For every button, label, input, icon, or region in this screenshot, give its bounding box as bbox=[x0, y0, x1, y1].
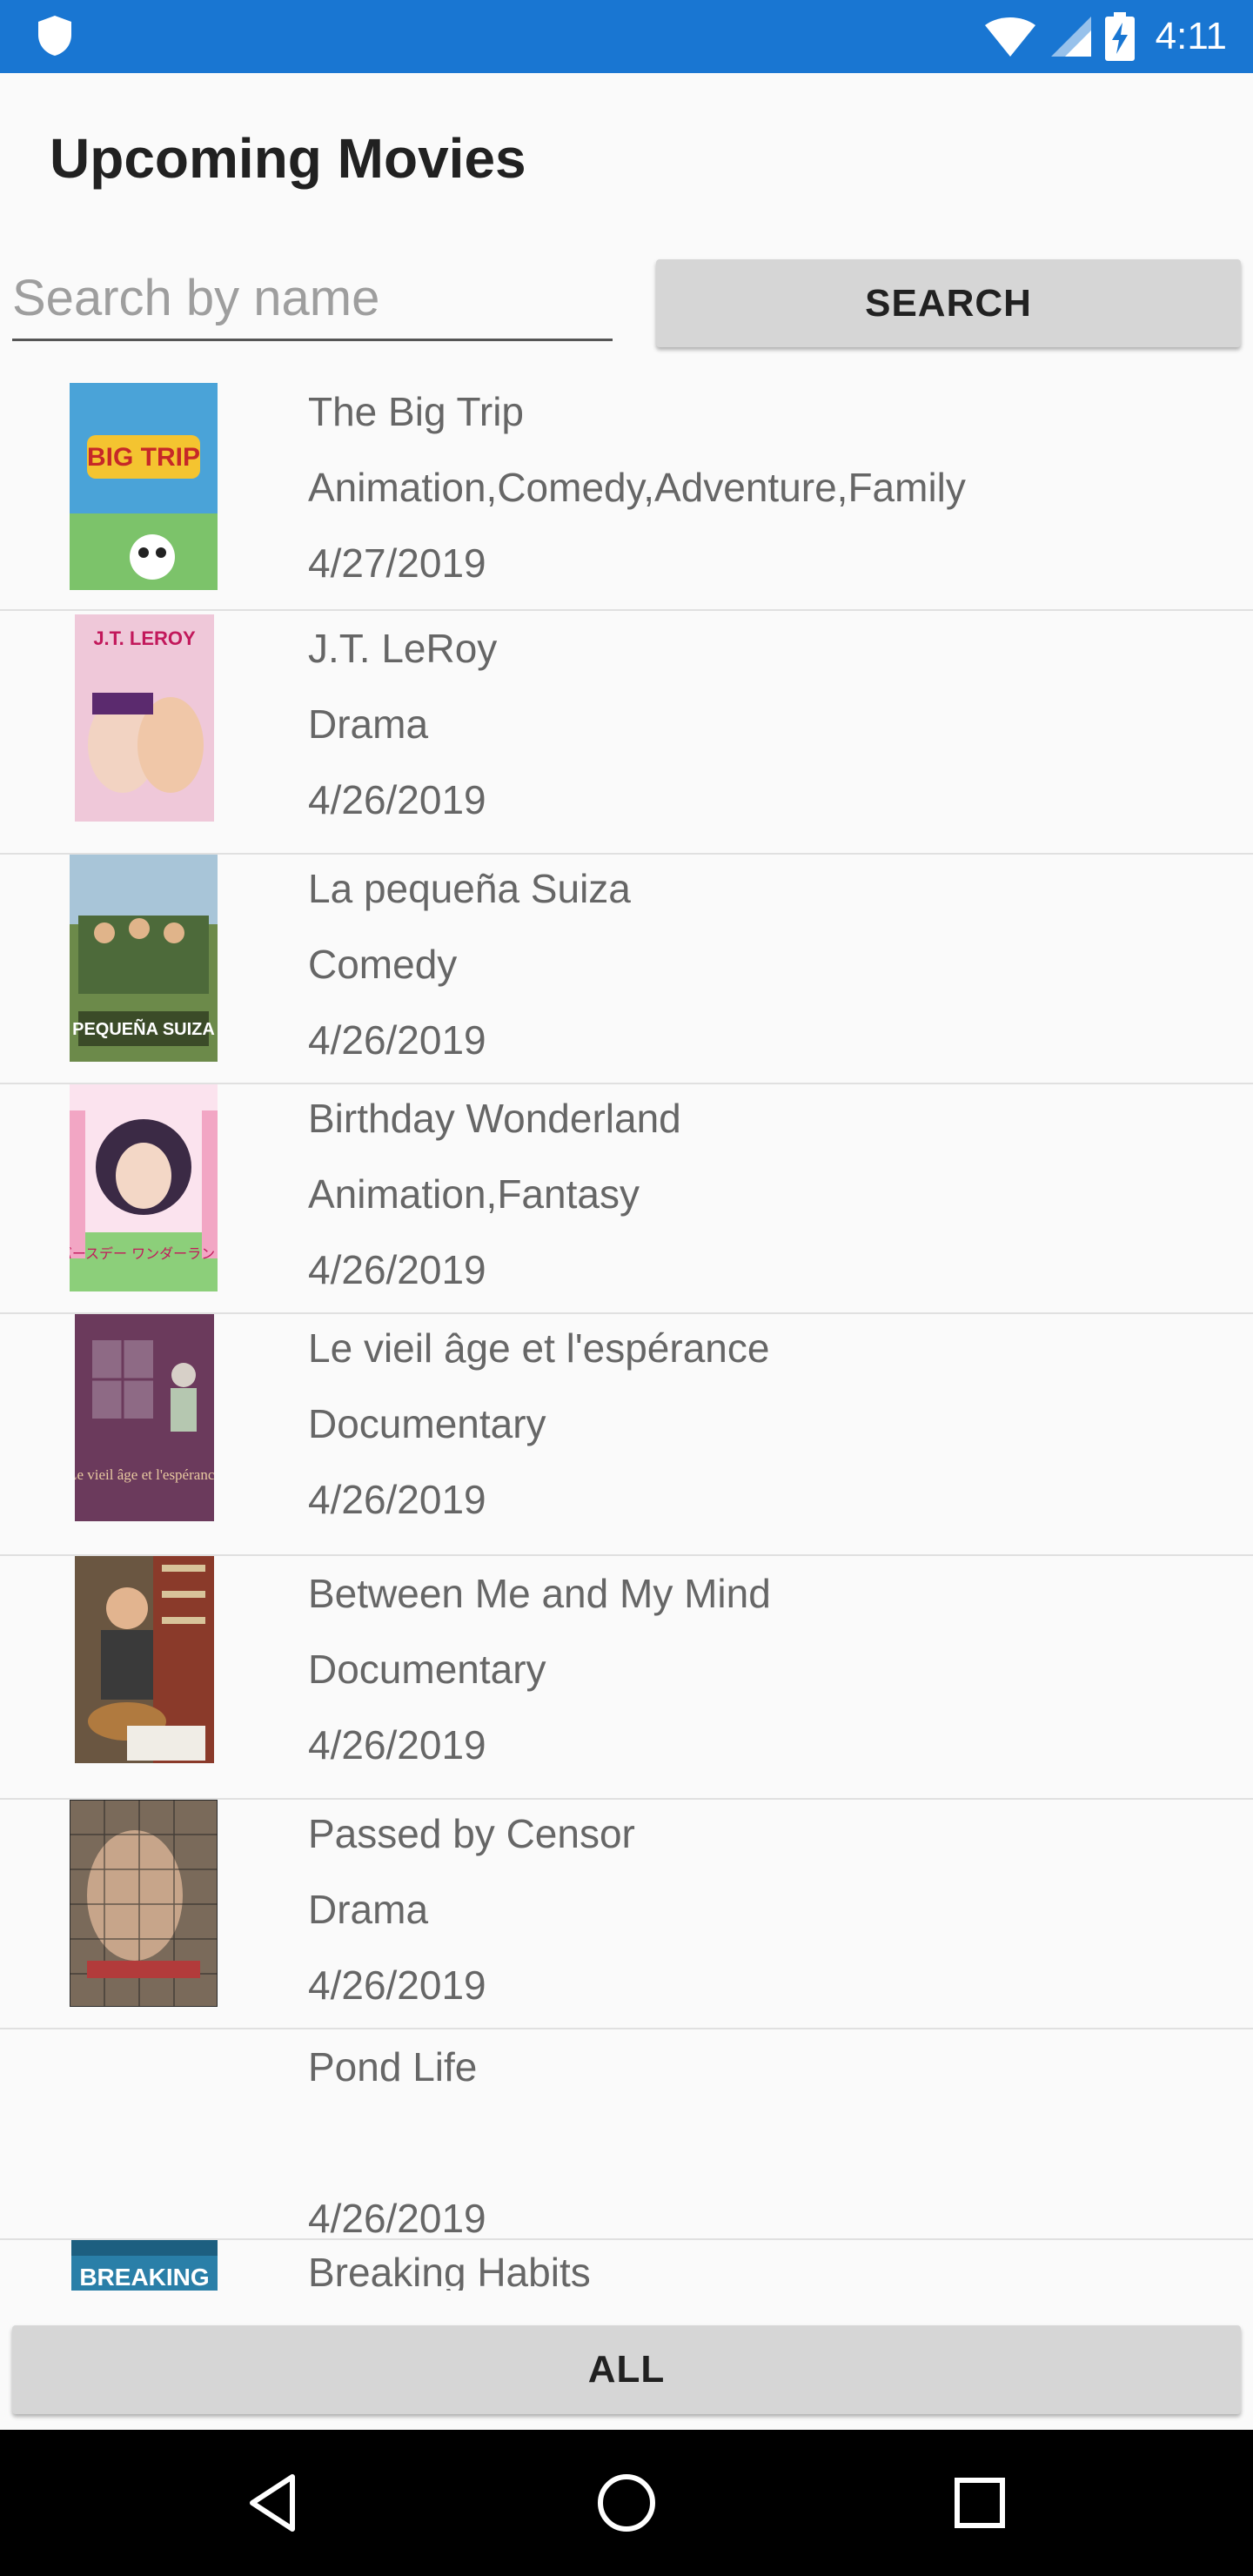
movie-poster: PEQUEÑA SUIZA bbox=[70, 855, 218, 1062]
movie-title: Passed by Censor bbox=[308, 1811, 635, 1856]
wifi-icon bbox=[984, 17, 1035, 57]
poster-title: BIG TRIP bbox=[87, 443, 200, 472]
movie-poster bbox=[70, 1800, 218, 2007]
movie-date: 4/27/2019 bbox=[308, 540, 486, 586]
status-time: 4:11 bbox=[1155, 15, 1227, 57]
movie-poster: バースデー ワンダーランド bbox=[70, 1084, 218, 1291]
movie-poster: BIG TRIP bbox=[70, 383, 218, 590]
navigation-bar bbox=[0, 2430, 1253, 2576]
signal-icon bbox=[1050, 17, 1091, 57]
movie-title: J.T. LeRoy bbox=[308, 626, 498, 671]
movie-date: 4/26/2019 bbox=[308, 1247, 486, 1292]
poster-title: J.T. LEROY bbox=[93, 627, 196, 649]
movie-genres: Comedy bbox=[308, 942, 458, 987]
back-icon[interactable] bbox=[240, 2468, 310, 2538]
list-item[interactable]: バースデー ワンダーランド Birthday Wonderland Animat… bbox=[0, 1084, 1253, 1314]
list-item[interactable]: J.T. LEROY J.T. LeRoy Drama 4/26/2019 bbox=[0, 611, 1253, 855]
movie-genres: Documentary bbox=[308, 1647, 546, 1692]
movie-title: Breaking Habits bbox=[308, 2250, 591, 2291]
poster-title: BREAKING bbox=[79, 2264, 209, 2291]
movie-title: Pond Life bbox=[308, 2044, 478, 2090]
movie-date: 4/26/2019 bbox=[308, 1017, 486, 1063]
movie-poster bbox=[75, 1556, 214, 1763]
status-icons: 4:11 bbox=[983, 0, 1227, 73]
list-item[interactable]: Between Me and My Mind Documentary 4/26/… bbox=[0, 1556, 1253, 1800]
movie-genres: Animation,Fantasy bbox=[308, 1171, 640, 1217]
movie-title: Between Me and My Mind bbox=[308, 1571, 771, 1616]
movie-genres: Drama bbox=[308, 1887, 429, 1932]
all-button[interactable]: ALL bbox=[12, 2325, 1241, 2414]
home-icon[interactable] bbox=[592, 2468, 661, 2538]
movie-title: Birthday Wonderland bbox=[308, 1096, 681, 1141]
movie-poster: Le vieil âge et l'espérance bbox=[75, 1314, 214, 1521]
movie-poster: BREAKING bbox=[71, 2240, 218, 2291]
movie-title: The Big Trip bbox=[308, 389, 524, 434]
movie-date: 4/26/2019 bbox=[308, 777, 486, 822]
page-title: Upcoming Movies bbox=[50, 127, 526, 190]
movie-genres: Animation,Comedy,Adventure,Family bbox=[308, 465, 966, 510]
list-item[interactable]: Pond Life 4/26/2019 bbox=[0, 2029, 1253, 2241]
movie-date: 4/26/2019 bbox=[308, 1477, 486, 1522]
recents-icon[interactable] bbox=[945, 2468, 1015, 2538]
poster-title: PEQUEÑA SUIZA bbox=[72, 1019, 215, 1039]
movie-date: 4/26/2019 bbox=[308, 1722, 486, 1768]
movie-poster: J.T. LEROY bbox=[75, 614, 214, 822]
list-item[interactable]: BREAKING Breaking Habits bbox=[0, 2240, 1253, 2291]
list-item[interactable]: Le vieil âge et l'espérance Le vieil âge… bbox=[0, 1314, 1253, 1556]
movie-genres: Drama bbox=[308, 701, 429, 747]
search-button[interactable]: SEARCH bbox=[656, 259, 1241, 347]
status-bar: 4:11 bbox=[0, 0, 1253, 73]
list-item[interactable]: BIG TRIP The Big Trip Animation,Comedy,A… bbox=[0, 374, 1253, 611]
list-item[interactable]: PEQUEÑA SUIZA La pequeña Suiza Comedy 4/… bbox=[0, 855, 1253, 1084]
movie-title: La pequeña Suiza bbox=[308, 866, 631, 911]
movie-genres: Documentary bbox=[308, 1401, 546, 1446]
poster-title: バースデー ワンダーランド bbox=[70, 1245, 218, 1262]
movie-date: 4/26/2019 bbox=[308, 1962, 486, 2008]
search-input[interactable] bbox=[12, 261, 613, 341]
poster-title: Le vieil âge et l'espérance bbox=[75, 1466, 214, 1483]
movie-list[interactable]: BIG TRIP The Big Trip Animation,Comedy,A… bbox=[0, 374, 1253, 2291]
movie-title: Le vieil âge et l'espérance bbox=[308, 1325, 770, 1371]
movie-genres bbox=[308, 2105, 486, 2181]
battery-charging-icon bbox=[1104, 12, 1135, 61]
list-item[interactable]: Passed by Censor Drama 4/26/2019 bbox=[0, 1800, 1253, 2029]
shield-icon bbox=[38, 16, 71, 56]
